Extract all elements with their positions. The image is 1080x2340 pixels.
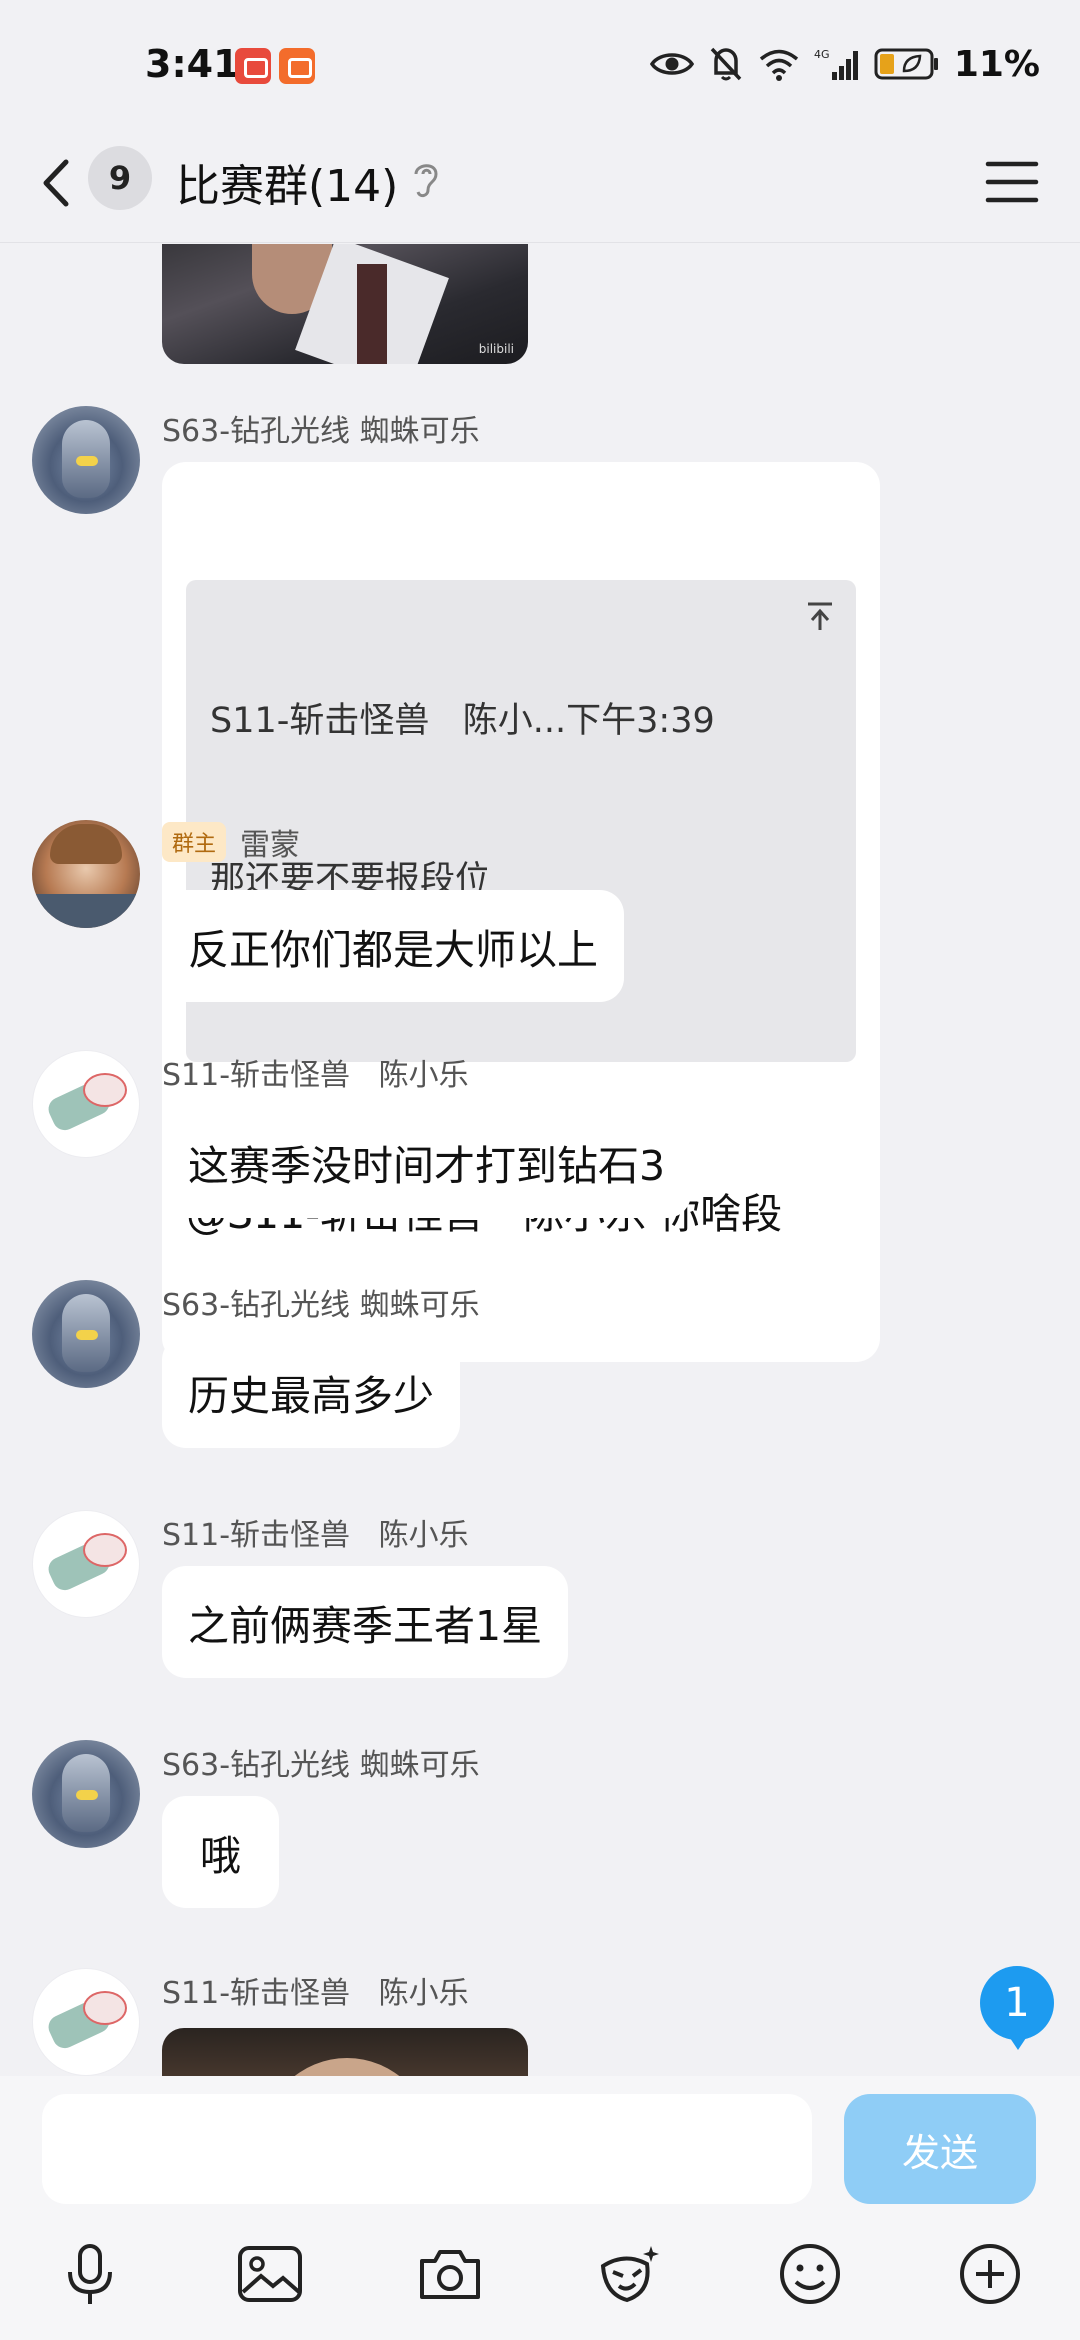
back-button[interactable] [32,148,82,218]
status-bar: 3:41 4G 11% [0,0,1080,130]
chat-title[interactable]: 比赛群(14) [176,150,398,214]
plus-icon [960,2244,1020,2304]
sender-name: S11-斩击怪兽 陈小乐 [162,1510,469,1554]
avatar[interactable] [32,1740,140,1848]
eye-icon [649,53,694,75]
quote-header: S11-斩击怪兽 陈小...下午3:39 [210,701,715,741]
sender-label: S11-斩击怪兽 陈小乐 [162,1058,469,1093]
new-message-count-bubble[interactable]: 1 [980,1966,1054,2050]
sender-name: 群主 雷蒙 [162,820,300,864]
sticker-button[interactable] [592,2236,668,2312]
chat-header: 9 比赛群(14) [0,130,1080,243]
sender-name: S63-钻孔光线 蜘蛛可乐 [162,1280,480,1324]
cellular-signal-icon: 4G [814,48,858,80]
camera-button[interactable] [412,2236,488,2312]
emoji-icon [780,2244,840,2304]
send-button[interactable]: 发送 [844,2094,1036,2204]
sender-name: S63-钻孔光线 蜘蛛可乐 [162,406,480,450]
avatar[interactable] [32,1510,140,1618]
group-owner-badge: 群主 [162,822,227,862]
avatar[interactable] [32,1280,140,1388]
sticker-icon [600,2246,659,2303]
sender-name: S11-斩击怪兽 陈小乐 [162,1968,469,2012]
message-bubble[interactable]: 之前俩赛季王者1星 [162,1566,569,1678]
message-bubble[interactable]: 反正你们都是大师以上 [162,890,624,1002]
emoji-button[interactable] [772,2236,848,2312]
battery-icon [874,48,938,80]
sender-label: 雷蒙 [240,828,301,863]
huawei-store-icon [235,48,271,84]
sender-label: S63-钻孔光线 蜘蛛可乐 [162,1748,480,1783]
wifi-icon [759,49,798,81]
camera-icon [420,2250,480,2299]
avatar[interactable] [32,820,140,928]
voice-button[interactable] [52,2236,128,2312]
message-input[interactable] [42,2094,812,2204]
message-bubble[interactable]: 历史最高多少 [162,1336,460,1448]
unread-count-badge[interactable]: 9 [88,146,152,210]
mute-bell-icon [710,47,742,81]
more-button[interactable] [952,2236,1028,2312]
avatar[interactable] [32,1968,140,2076]
jump-to-quote-icon[interactable] [804,600,836,632]
input-toolbar [0,2226,1080,2326]
avatar[interactable] [32,406,140,514]
avatar[interactable] [32,1050,140,1158]
network-type: 4G [814,48,830,61]
sender-label: S11-斩击怪兽 陈小乐 [162,1976,469,2011]
sender-name: S11-斩击怪兽 陈小乐 [162,1050,469,1094]
gallery-button[interactable] [232,2236,308,2312]
notification-app-icon [279,48,315,84]
message-list[interactable]: bilibili S63-钻孔光线 蜘蛛可乐 S11-斩击怪兽 陈小...下午3… [0,244,1080,2076]
battery-percent: 11% [953,43,1040,85]
ear-icon[interactable] [410,158,442,200]
status-indicators: 4G 11% [649,43,1040,85]
image-icon [238,2246,302,2302]
image-message[interactable] [162,2028,528,2076]
message-bubble[interactable]: 哦 [162,1796,279,1908]
sender-label: S63-钻孔光线 蜘蛛可乐 [162,1288,480,1323]
status-time: 3:41 [145,42,240,86]
message-bubble[interactable]: 这赛季没时间才打到钻石3 [162,1106,692,1218]
input-area: 发送 [0,2076,1080,2340]
sender-name: S63-钻孔光线 蜘蛛可乐 [162,1740,480,1784]
mic-icon [68,2244,112,2304]
sender-label: S63-钻孔光线 蜘蛛可乐 [162,414,480,449]
menu-icon[interactable] [984,154,1040,210]
image-message[interactable]: bilibili [162,244,528,364]
sender-label: S11-斩击怪兽 陈小乐 [162,1518,469,1553]
